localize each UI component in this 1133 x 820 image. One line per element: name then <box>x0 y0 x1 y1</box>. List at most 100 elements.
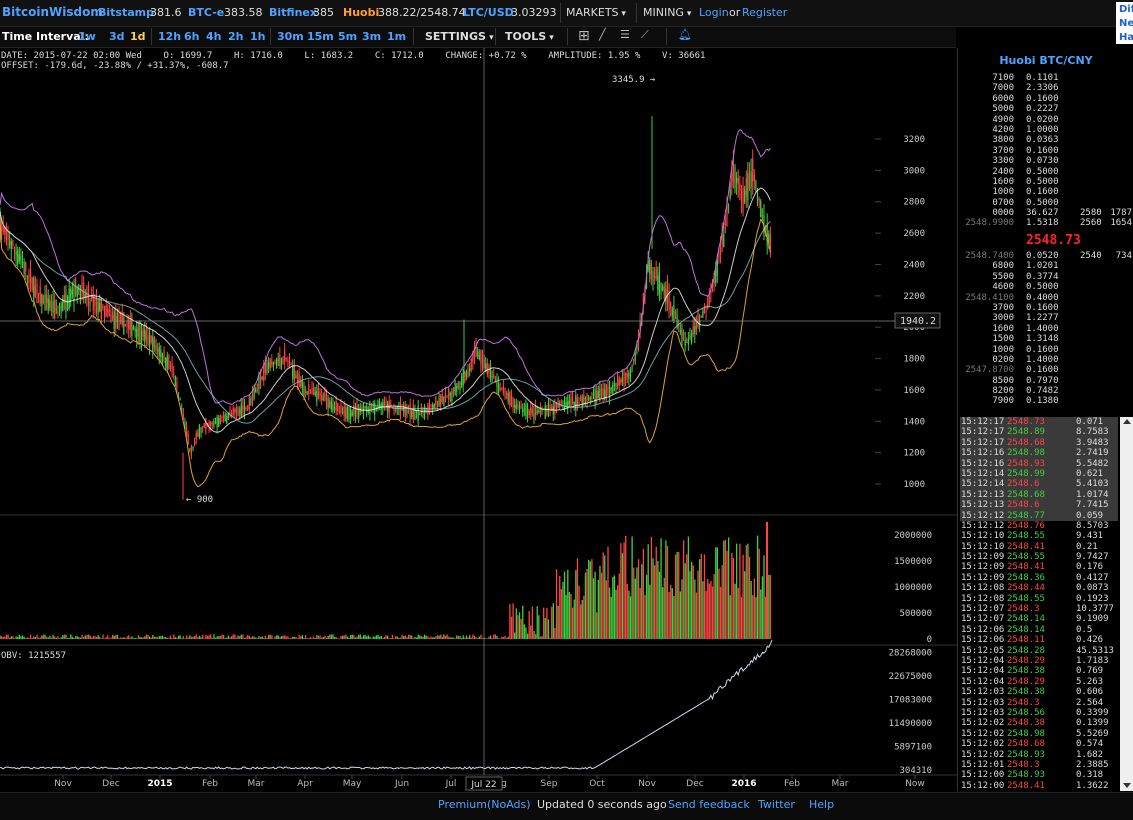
volume-bar <box>648 544 649 639</box>
volume-bar <box>482 638 483 639</box>
orderbook-price: 0000 <box>992 208 1014 218</box>
candle-body <box>554 403 555 414</box>
trade-row: 15:12:102548.410.21 <box>960 542 1118 552</box>
fib-fan-icon[interactable]: ⟋ <box>641 28 649 42</box>
candle-body <box>114 311 115 329</box>
candle-body <box>410 404 411 418</box>
price-chart[interactable]: OBV: 1215557 100012001400160018002000220… <box>0 48 957 792</box>
interval-3d[interactable]: 3d <box>109 30 125 43</box>
scroll-down-icon[interactable] <box>1123 783 1131 788</box>
horizontal-lines-icon[interactable]: ☰ <box>620 28 630 41</box>
candle-body <box>707 304 708 309</box>
volume-bar <box>348 638 349 639</box>
volume-bar <box>448 637 449 639</box>
volume-bar <box>337 638 338 639</box>
candle-body <box>244 401 245 414</box>
scroll-up-icon[interactable] <box>1123 419 1131 424</box>
orderbook-amount: 1.5318 <box>1026 218 1059 228</box>
volume-bar <box>469 635 470 639</box>
interval-4h[interactable]: 4h <box>206 30 222 43</box>
settings-menu[interactable]: SETTINGS <box>425 30 494 43</box>
candle-body <box>282 356 283 364</box>
interval-15m[interactable]: 15m <box>307 30 334 43</box>
volume-bar <box>78 637 79 639</box>
market-bitstamp[interactable]: Bitstamp <box>98 6 154 19</box>
feedback-link[interactable]: Send feedback <box>668 798 750 811</box>
interval-1h[interactable]: 1h <box>250 30 266 43</box>
volume-bar <box>93 636 94 639</box>
volume-bar <box>422 637 423 639</box>
candle-body <box>268 362 269 367</box>
candle-body <box>591 398 592 399</box>
market-huobi[interactable]: Huobi <box>343 6 379 19</box>
interval-6h[interactable]: 6h <box>184 30 200 43</box>
help-link[interactable]: Help <box>809 798 834 811</box>
line-draw-icon[interactable]: ╱ <box>599 28 606 41</box>
volume-bar <box>44 635 45 639</box>
mining-menu[interactable]: MINING <box>643 6 691 19</box>
candle-body <box>112 315 113 318</box>
candle-body <box>49 300 50 307</box>
volume-bar <box>178 636 179 639</box>
trade-row: 15:12:052548.2845.5313 <box>960 646 1118 656</box>
register-link[interactable]: Register <box>742 6 787 19</box>
trade-row: 15:12:102548.559.431 <box>960 531 1118 541</box>
volume-bar <box>400 638 401 639</box>
premium-link[interactable]: Premium(NoAds) <box>438 798 531 811</box>
market-btce[interactable]: BTC-e <box>188 6 224 19</box>
candle-body <box>418 405 419 421</box>
candle-body <box>109 311 110 316</box>
interval-5m[interactable]: 5m <box>338 30 357 43</box>
market-ltcusd[interactable]: LTC/USD <box>463 6 514 19</box>
candle-body <box>594 390 595 404</box>
twitter-link[interactable]: Twitter <box>758 798 795 811</box>
candle-body <box>582 397 583 407</box>
candle-body <box>532 409 533 413</box>
volume-bar <box>27 638 28 639</box>
orderbook-price: 7900 <box>992 396 1014 406</box>
tools-menu[interactable]: TOOLS <box>505 30 554 43</box>
trade-scrollbar[interactable] <box>1120 417 1133 791</box>
volume-bar <box>401 635 402 639</box>
orderbook-amount: 0.1600 <box>1026 303 1059 313</box>
trade-amount: 0.4127 <box>1076 573 1109 583</box>
candle-body <box>659 273 660 295</box>
side-note-line-1: Dif <box>1119 4 1133 15</box>
volume-bar <box>254 637 255 639</box>
candle-body <box>110 314 111 321</box>
crosshair-icon[interactable]: ⊞ <box>578 28 590 44</box>
time-interval-label: Time Interval: <box>2 30 89 43</box>
candle-body <box>199 425 200 438</box>
candle-body <box>180 399 181 400</box>
interval-30m[interactable]: 30m <box>277 30 304 43</box>
volume-bar <box>46 637 47 639</box>
interval-1w[interactable]: 1w <box>78 30 96 43</box>
alert-bell-icon[interactable]: 🔔︎ <box>678 28 692 41</box>
interval-1m[interactable]: 1m <box>387 30 406 43</box>
orderbook-price: 6800 <box>992 261 1014 271</box>
brand-logo[interactable]: BitcoinWisdom <box>2 5 103 19</box>
market-bitfinex[interactable]: Bitfinex <box>269 6 317 19</box>
volume-bar <box>173 634 174 639</box>
interval-2h[interactable]: 2h <box>228 30 244 43</box>
candle-body <box>236 408 237 413</box>
markets-menu[interactable]: MARKETS <box>566 6 626 19</box>
volume-bar <box>564 572 565 639</box>
interval-3m[interactable]: 3m <box>362 30 381 43</box>
volume-bar <box>759 549 760 639</box>
login-link[interactable]: Login <box>699 6 729 19</box>
volume-bar <box>734 584 735 639</box>
candle-body <box>194 441 195 444</box>
trade-price: 2548.76 <box>1007 521 1045 531</box>
volume-bar <box>115 635 116 639</box>
orderbook-row: 07000.5000 <box>958 198 1133 208</box>
interval-1d[interactable]: 1d <box>130 30 146 43</box>
volume-bar <box>154 637 155 639</box>
candle-body <box>583 395 584 404</box>
candle-body <box>627 373 628 377</box>
candle-body <box>673 305 674 321</box>
interval-12h[interactable]: 12h <box>158 30 181 43</box>
volume-bar <box>614 575 615 639</box>
panel-title[interactable]: Huobi BTC/CNY <box>958 54 1133 67</box>
volume-bar <box>606 580 607 639</box>
